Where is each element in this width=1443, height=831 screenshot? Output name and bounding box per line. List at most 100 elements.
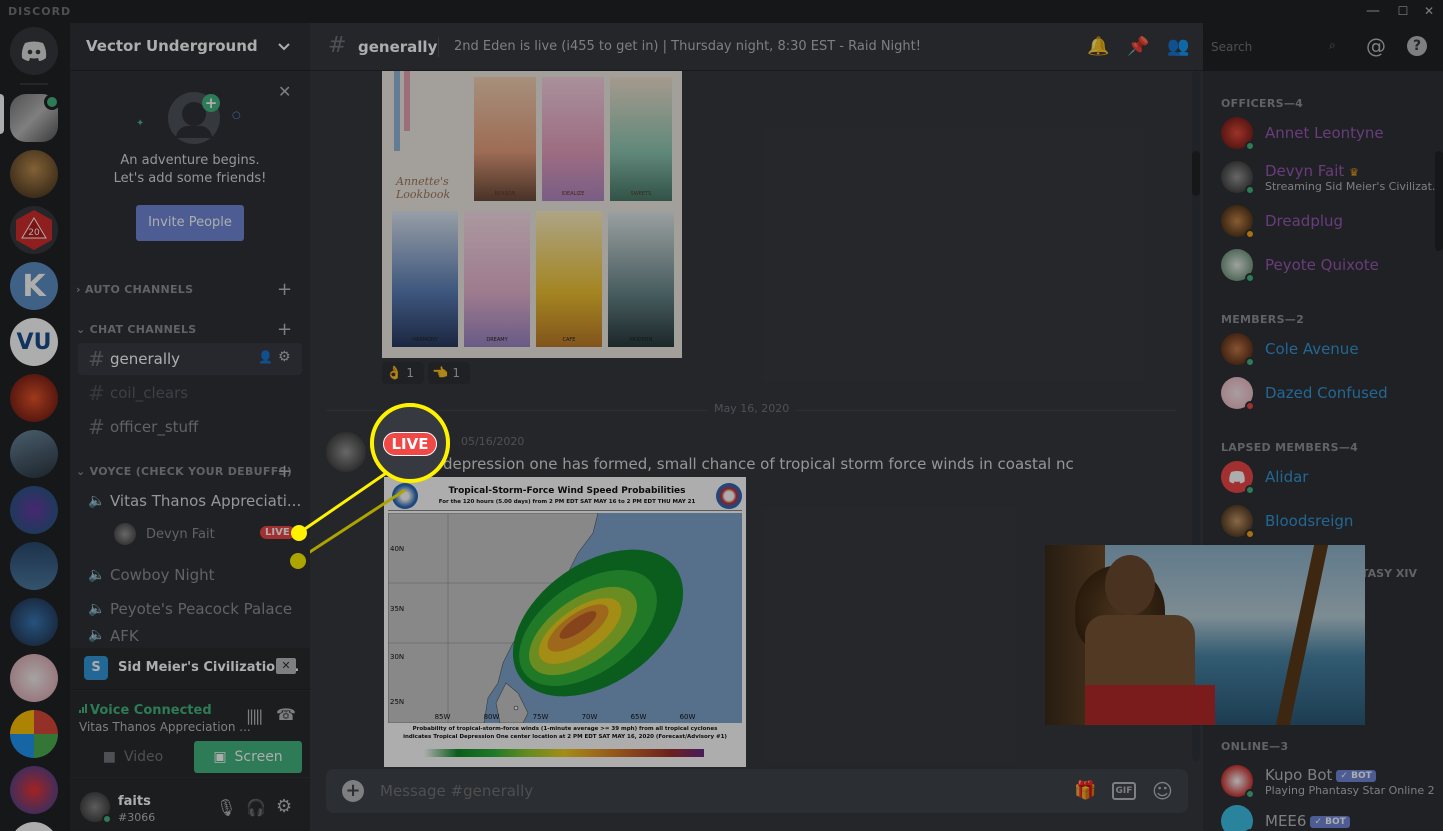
sparkle-icon: ○ [232, 110, 241, 121]
message-input[interactable] [380, 769, 1060, 813]
home-button[interactable] [10, 27, 58, 75]
bell-icon[interactable]: 🔔 [1087, 36, 1109, 57]
close-icon[interactable]: ✕ [278, 82, 291, 101]
member-peyote[interactable]: Peyote Quixote [1221, 245, 1379, 285]
disconnect-icon[interactable]: ☎ [276, 705, 296, 724]
stream-preview[interactable] [1045, 545, 1365, 725]
emoji-icon[interactable]: ☺ [1152, 779, 1173, 803]
voice-user-devyn[interactable]: Devyn Fait LIVE [114, 522, 304, 546]
member-dazed[interactable]: Dazed Confused [1221, 373, 1388, 413]
channel-header: # generally 2nd Eden is live (i455 to ge… [310, 23, 1203, 71]
server-d20[interactable]: 20 [10, 206, 58, 254]
server-rail: 20 K VU [0, 23, 70, 831]
mentions-icon[interactable]: @ [1366, 34, 1386, 58]
channel-generally[interactable]: # generally 👤 ⚙ [78, 343, 302, 375]
members-icon[interactable]: 👥 [1167, 36, 1189, 57]
server-bird[interactable] [10, 542, 58, 590]
server-triangle[interactable] [10, 486, 58, 534]
microphone-icon[interactable]: 🎙 [216, 798, 236, 817]
category-chat-channels[interactable]: ⌄ CHAT CHANNELS [76, 323, 196, 336]
server-city[interactable] [10, 430, 58, 478]
voice-channel-afk[interactable]: 🔈 AFK [78, 627, 302, 647]
server-moogle[interactable] [10, 654, 58, 702]
stop-stream-icon[interactable]: ✕ [276, 658, 296, 674]
voice-panel: Voice Connected Vitas Thanos Appreciatio… [70, 691, 310, 777]
member-alidar[interactable]: Alidar [1221, 457, 1308, 497]
lookbook-image[interactable]: Annette's Lookbook REASON IDEALIZE SWEET… [382, 71, 682, 358]
minimize-button[interactable]: — [1359, 2, 1387, 20]
avatar [1221, 765, 1255, 799]
member-devyn[interactable]: Devyn Fait ♛ Streaming Sid Meier's Civil… [1221, 155, 1442, 199]
gear-icon[interactable]: ⚙ [278, 349, 291, 365]
screen-share-button[interactable]: ▣ Screen [194, 741, 302, 773]
member-annet[interactable]: Annet Leontyne [1221, 113, 1384, 153]
avatar [1221, 249, 1255, 283]
hash-icon: # [88, 415, 105, 439]
member-group-header: TASY XIV [1361, 567, 1417, 580]
settings-gear-icon[interactable]: ⚙ [276, 796, 292, 817]
member-scrollbar[interactable] [1435, 151, 1443, 251]
help-icon[interactable]: ? [1407, 36, 1427, 56]
channel-coil-clears[interactable]: # coil_clears [78, 377, 302, 409]
add-friend-icon: + [202, 94, 220, 112]
member-mee6[interactable]: MEE6 ✓ BOT [1221, 801, 1350, 831]
onboarding-panel: ✕ + ✦ ○ An adventure begins. Let's add s… [70, 72, 310, 272]
close-window-button[interactable]: ✕ [1415, 2, 1443, 20]
reaction-ok[interactable]: 👌 1 [382, 362, 424, 384]
scrollbar-thumb[interactable] [1192, 151, 1200, 196]
server-vu[interactable]: VU [10, 318, 58, 366]
avatar [1221, 117, 1255, 151]
voice-channel-peyote[interactable]: 🔈 Peyote's Peacock Palace [78, 593, 302, 625]
speaker-icon: 🔈 [88, 493, 106, 509]
voice-channel-cowboy-night[interactable]: 🔈 Cowboy Night [78, 559, 302, 591]
search-box[interactable]: ⌕ [1205, 35, 1349, 59]
category-voice[interactable]: ⌄ VOYCE (CHECK YOUR DEBUFFS) [76, 465, 292, 478]
gif-button[interactable]: GIF [1112, 782, 1136, 800]
server-ex[interactable] [10, 374, 58, 422]
invite-people-button[interactable]: Invite People [136, 205, 244, 241]
upload-plus-icon[interactable]: + [342, 780, 364, 802]
reaction-point[interactable]: 👈 1 [428, 362, 470, 384]
member-cole[interactable]: Cole Avenue [1221, 329, 1359, 369]
bot-badge: ✓ BOT [1310, 816, 1350, 828]
headphones-icon[interactable]: 🎧 [246, 798, 266, 817]
pin-icon[interactable]: 📌 [1127, 36, 1149, 57]
invite-icon[interactable]: 👤 [258, 350, 273, 364]
member-dreadplug[interactable]: Dreadplug [1221, 201, 1343, 241]
channel-officer-stuff[interactable]: # officer_stuff [78, 411, 302, 443]
member-kupo-bot[interactable]: Kupo Bot ✓ BOT Playing Phantasy Star Onli… [1221, 759, 1435, 803]
avatar [1221, 505, 1255, 539]
speaker-icon: 🔈 [88, 627, 106, 643]
lon-labels: 85W 80W 75W 70W 65W 60W [434, 713, 696, 721]
guild-name: Vector Underground [86, 37, 258, 55]
channel-topic[interactable]: 2nd Eden is live (i455 to get in) | Thur… [454, 39, 921, 54]
server-bot[interactable] [10, 598, 58, 646]
server-weird-flex[interactable] [10, 150, 58, 198]
avatar [1221, 333, 1255, 367]
member-bloodsreign[interactable]: Bloodsreign [1221, 501, 1353, 541]
noise-suppression-icon[interactable]: ||||| [246, 707, 263, 725]
server-red[interactable] [10, 766, 58, 814]
guild-header[interactable]: Vector Underground [70, 23, 310, 71]
avatar [1221, 805, 1255, 831]
voice-channel-name[interactable]: Vitas Thanos Appreciation ... [79, 720, 251, 734]
voice-indicator-icon [44, 94, 60, 110]
member-group-header: OFFICERS—4 [1221, 97, 1304, 110]
avatar [114, 523, 136, 545]
server-k[interactable]: K [10, 262, 58, 310]
voice-channel-vitas[interactable]: 🔈 Vitas Thanos Appreciati... [78, 485, 302, 517]
lookbook-card: IDEALIZE [542, 77, 604, 201]
server-colors[interactable] [10, 710, 58, 758]
category-auto-channels[interactable]: › AUTO CHANNELS [76, 283, 193, 296]
server-partial[interactable] [10, 822, 58, 831]
lookbook-card: REASON [474, 77, 536, 201]
add-channel-icon[interactable]: + [277, 279, 292, 300]
channel-sidebar: Vector Underground ✕ + ✦ ○ An adventure … [70, 23, 310, 831]
voice-status[interactable]: Voice Connected [90, 703, 212, 718]
video-button[interactable]: ■ Video [78, 741, 188, 773]
gift-icon[interactable]: 🎁 [1074, 780, 1096, 801]
maximize-button[interactable]: ☐ [1389, 2, 1417, 20]
speaker-icon: 🔈 [88, 601, 106, 617]
add-channel-icon[interactable]: + [277, 319, 292, 340]
search-input[interactable] [1211, 35, 1323, 59]
